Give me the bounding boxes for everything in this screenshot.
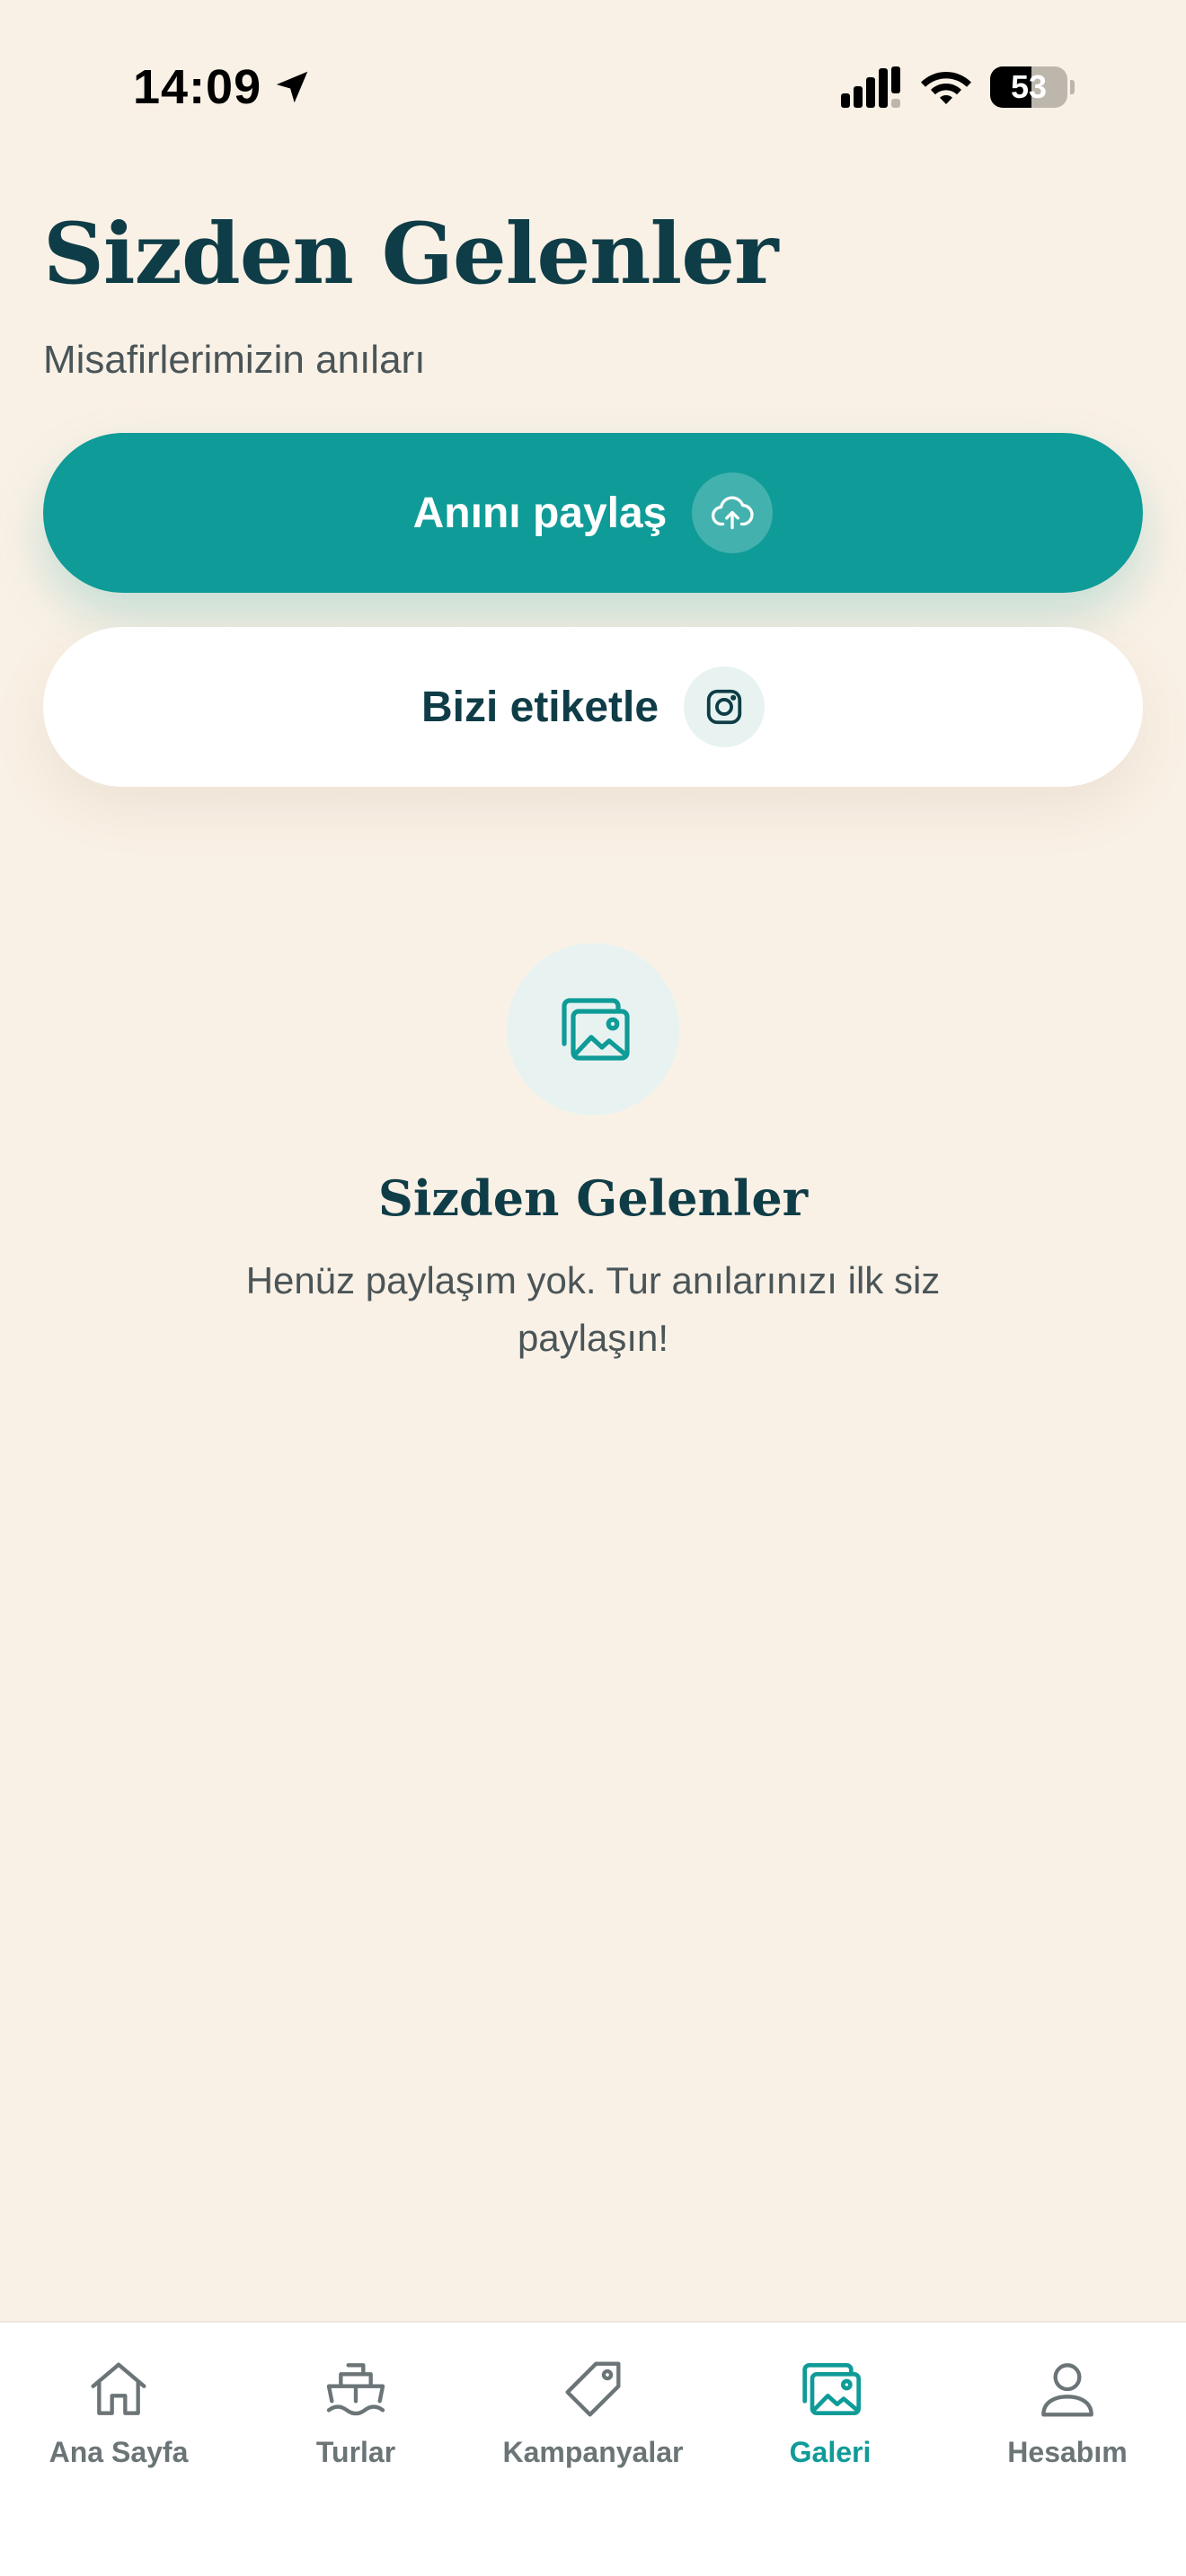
page-title: Sizden Gelenler (43, 205, 779, 304)
wifi-icon (921, 72, 971, 104)
tab-tours[interactable]: Turlar (237, 2353, 474, 2497)
upload-icon-badge (692, 472, 774, 553)
tab-account-label: Hesabım (1007, 2436, 1128, 2468)
status-time: 14:09 (133, 60, 262, 114)
tab-home[interactable]: Ana Sayfa (0, 2353, 237, 2497)
tab-bar: Ana Sayfa Turlar Kampanyalar Galeri Hesa… (0, 2321, 1186, 2576)
tag-us-label: Bizi etiketle (420, 683, 659, 731)
cellular-signal-icon (841, 66, 900, 108)
empty-state-icon-circle (507, 943, 679, 1116)
tab-gallery-label: Galeri (789, 2436, 872, 2468)
tab-home-label: Ana Sayfa (49, 2436, 189, 2468)
empty-state-title: Sizden Gelenler (377, 1169, 809, 1227)
cloud-upload-icon (712, 496, 754, 530)
gallery-icon (802, 2363, 861, 2415)
tag-us-button[interactable]: Bizi etiketle (43, 627, 1143, 787)
battery-level: 53 (1010, 68, 1048, 105)
tab-account[interactable]: Hesabım (949, 2353, 1186, 2497)
boat-icon (326, 2363, 385, 2416)
user-icon (1041, 2363, 1093, 2417)
battery-tip (1070, 80, 1075, 94)
tab-campaigns-label: Kampanyalar (502, 2436, 684, 2468)
tab-campaigns[interactable]: Kampanyalar (474, 2353, 712, 2497)
instagram-icon-badge (684, 666, 766, 747)
status-bar: 14:09 53 (0, 0, 1186, 171)
gallery-icon (562, 998, 630, 1061)
tab-gallery[interactable]: Galeri (712, 2353, 949, 2497)
battery-indicator: 53 (990, 66, 1075, 108)
tag-icon (565, 2361, 621, 2417)
page-subtitle: Misafirlerimizin anıları (43, 338, 426, 382)
empty-state-message: Henüz paylaşım yok. Tur anılarınızı ilk … (245, 1259, 941, 1359)
home-icon (91, 2362, 146, 2415)
location-arrow-icon (276, 71, 308, 103)
tab-tours-label: Turlar (315, 2436, 396, 2468)
battery-body: 53 (990, 66, 1067, 108)
instagram-icon (706, 689, 742, 725)
share-memory-button[interactable]: Anını paylaş (43, 433, 1143, 593)
share-memory-label: Anını paylaş (412, 489, 668, 537)
